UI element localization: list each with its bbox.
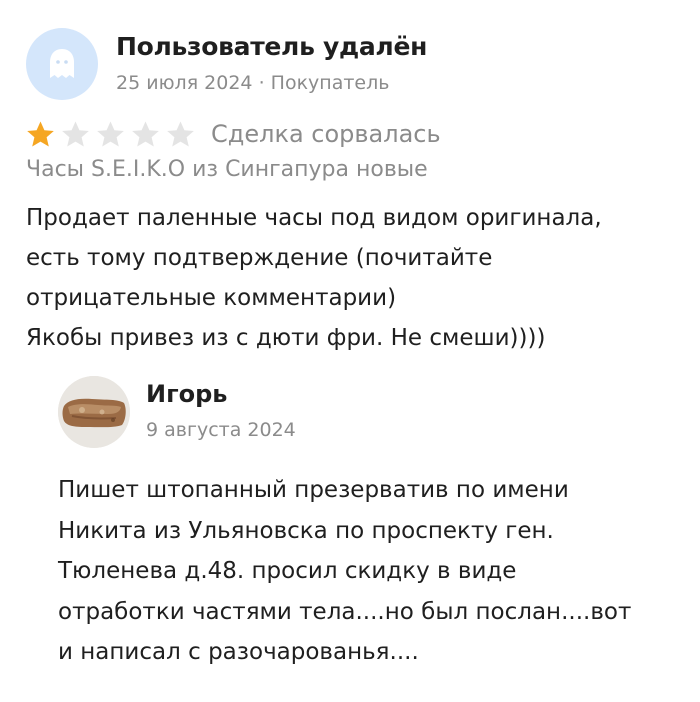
rating-row: Сделка сорвалась [26, 118, 441, 150]
deal-status: Сделка сорвалась [211, 120, 441, 148]
star-empty-icon [97, 121, 124, 147]
reply-text-line: Никита из Ульяновска по проспекту ген. [58, 517, 554, 544]
author-role: Покупатель [270, 72, 390, 94]
star-empty-icon [62, 121, 89, 147]
review-card: Пользователь удалён 25 июля 2024 · Покуп… [0, 0, 700, 702]
star-filled-icon [27, 121, 54, 147]
reply-text-line: Пишет штопанный презерватив по имени [58, 477, 569, 503]
review-date: 25 июля 2024 [116, 72, 253, 94]
review-text-line: Якобы привез из с дюти фри. Не смеши)))) [26, 325, 546, 351]
reply-text-line: Тюленева д.48. просил скидку в виде [58, 558, 517, 584]
star-empty-icon [132, 121, 159, 147]
review-text-line: Продает паленные часы под видом оригинал… [26, 205, 602, 231]
reply-text: Пишет штопанный презерватив по имени Ник… [58, 470, 688, 673]
review-text: Продает паленные часы под видом оригинал… [26, 198, 676, 358]
reply-text-line: отработки частями тела....но был послан.… [58, 598, 632, 625]
product-title[interactable]: Часы S.E.I.K.O из Сингапура новые [26, 157, 428, 182]
reply-date: 9 августа 2024 [146, 419, 296, 441]
review-text-line: есть тому подтверждение (почитайте [26, 245, 493, 271]
star-empty-icon [167, 121, 194, 147]
rating-stars [26, 120, 195, 148]
reply-text-line: и написал с разочарованья.... [58, 639, 419, 665]
meta-separator: · [252, 72, 271, 94]
avatar[interactable] [26, 28, 98, 100]
reply-author-name[interactable]: Игорь [146, 380, 227, 408]
review-text-line: отрицательные комментарии) [26, 285, 397, 311]
review-meta: 25 июля 2024 · Покупатель [116, 72, 389, 94]
author-name[interactable]: Пользователь удалён [116, 32, 427, 61]
reply-avatar-image [58, 376, 130, 448]
reply-avatar[interactable] [58, 376, 130, 448]
ghost-icon [50, 49, 74, 78]
